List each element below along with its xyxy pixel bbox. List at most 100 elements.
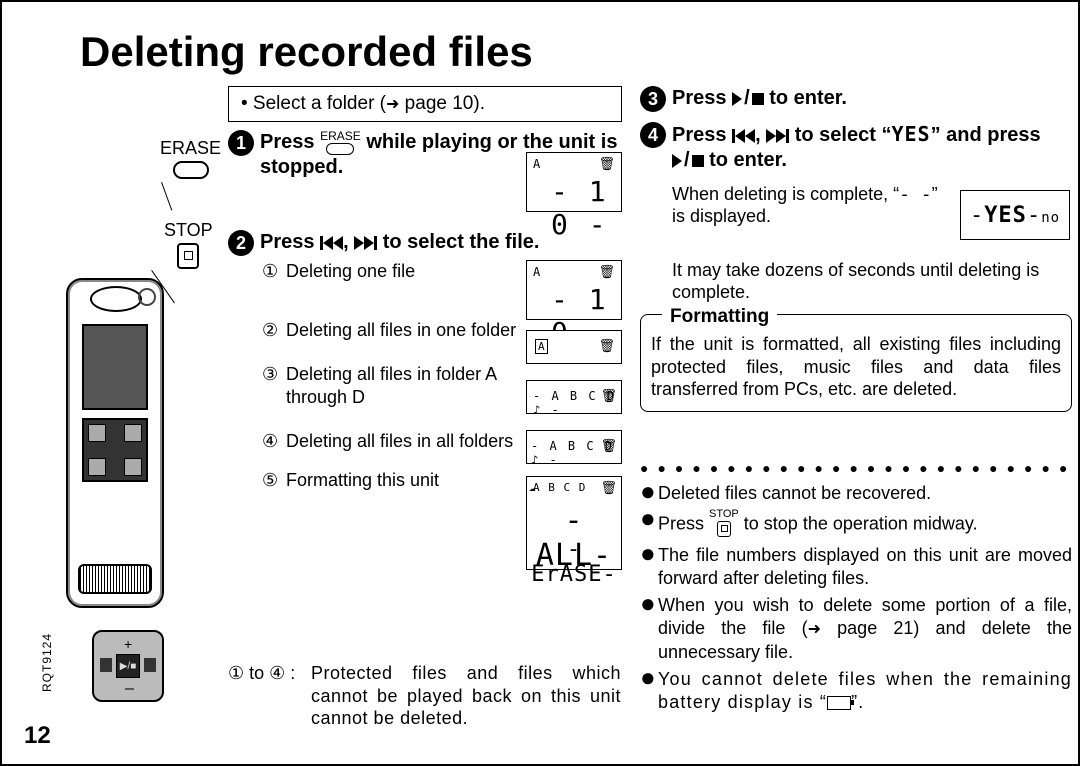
- right-key: [144, 658, 156, 672]
- step-3: 3 Press / to enter.: [640, 86, 1070, 112]
- formatting-body: If the unit is formatted, all existing f…: [651, 334, 1061, 399]
- minus-icon: –: [125, 680, 134, 698]
- step-badge: 2: [228, 230, 254, 256]
- intro-prefix: • Select a folder (: [241, 93, 386, 114]
- opt-4: ④Deleting all files in all folders: [262, 430, 524, 453]
- stop-button-icon: [177, 243, 199, 269]
- n: ①: [262, 260, 282, 283]
- step-badge: 1: [228, 130, 254, 156]
- erase-text: ERASE: [160, 138, 221, 158]
- may-take-text: It may take dozens of seconds until dele…: [672, 260, 1072, 303]
- nav-pad-illustration: + ▶/■ –: [92, 630, 164, 702]
- recorder-illustration: [66, 278, 164, 608]
- callout-line: [161, 182, 172, 211]
- t: to enter.: [769, 87, 847, 109]
- step-4-text: Press , to select “YES” and press / to e…: [672, 122, 1070, 173]
- step-badge: 4: [640, 122, 666, 148]
- t: A B C D: [533, 481, 586, 494]
- trash-icon: [598, 157, 615, 172]
- lbl: ① to ④ :: [228, 662, 306, 685]
- prev-icon: [732, 129, 755, 143]
- t: Press: [658, 513, 709, 533]
- manual-page: Deleting recorded files • Select a folde…: [0, 0, 1080, 766]
- t: ” and press: [931, 124, 1041, 146]
- yes-seg: YES: [891, 122, 930, 146]
- t: ERASE: [320, 129, 361, 143]
- when-complete-text: When deleting is complete, “- -” is disp…: [672, 184, 950, 227]
- lcd-opt4: - A B C D ♪ -: [526, 430, 622, 464]
- intro-suffix: page 10).: [399, 93, 485, 114]
- t: STOP: [709, 508, 739, 520]
- arrow-icon: [808, 618, 821, 638]
- label-stop: STOP: [164, 220, 213, 274]
- lcd-step1: A - 1 0 -: [526, 152, 622, 212]
- left-key: [100, 658, 112, 672]
- opt-3: ③Deleting all files in folder A through …: [262, 363, 524, 408]
- step-3-text: Press / to enter.: [672, 86, 847, 111]
- lcd-opt2: A: [526, 330, 622, 364]
- n: ⑤: [262, 469, 282, 492]
- t: Deleting all files in all folders: [286, 430, 513, 453]
- trash-icon: [600, 389, 617, 404]
- t: to enter.: [709, 149, 787, 171]
- key: [88, 458, 106, 476]
- note-4: ●When you wish to delete some portion of…: [640, 594, 1072, 664]
- page-number: 12: [24, 722, 51, 750]
- key: [124, 424, 142, 442]
- t: Press STOP to stop the operation midway.: [658, 509, 978, 540]
- next-icon: [354, 236, 377, 250]
- t: You cannot delete files when the remaini…: [658, 668, 1072, 714]
- note-3: ●The file numbers displayed on this unit…: [640, 544, 1072, 590]
- trash-icon: [600, 481, 617, 496]
- t: Press: [672, 87, 732, 109]
- document-id: RQT9124: [40, 633, 54, 692]
- t: to stop the operation midway.: [739, 513, 978, 533]
- n: ④: [262, 430, 282, 453]
- t: Press: [260, 231, 320, 253]
- lcd-opt5: A B C D ☁ -ALL- -ErASE-: [526, 476, 622, 570]
- t: Press: [672, 124, 732, 146]
- step-4: 4 Press , to select “YES” and press / to…: [640, 122, 1070, 173]
- t: Formatting this unit: [286, 469, 439, 492]
- dash-icon: - -: [899, 184, 932, 205]
- play-stop-icon: /: [672, 148, 704, 173]
- trash-icon: [598, 339, 615, 354]
- arrow-icon: [386, 93, 399, 114]
- page-title: Deleting recorded files: [80, 28, 533, 76]
- separator-dots: ●●●●●●●●●●●●●●●●●●●●●●●●●●: [640, 460, 1072, 476]
- lcd-opt1: A - 1 0 -: [526, 260, 622, 320]
- step-2-text: Press , to select the file.: [260, 230, 539, 255]
- label-erase: ERASE: [160, 138, 221, 184]
- txt: Protected files and files which cannot b…: [311, 662, 621, 730]
- stop-text: STOP: [164, 220, 213, 240]
- t: -YES-no: [970, 203, 1060, 228]
- battery-empty-icon: [827, 696, 851, 710]
- protected-note: ① to ④ : Protected files and files which…: [228, 662, 624, 730]
- device-speaker: [78, 564, 152, 594]
- t: Deleted files cannot be recovered.: [658, 482, 931, 505]
- opt-1: ①Deleting one file: [262, 260, 524, 283]
- t: to select “: [795, 124, 892, 146]
- device-mic: [138, 288, 156, 306]
- device-top: [90, 286, 142, 312]
- play-stop-icon: /: [732, 86, 764, 111]
- t: to select the file.: [383, 231, 540, 253]
- note-1: ●Deleted files cannot be recovered.: [640, 482, 1072, 505]
- t: You cannot delete files when the remaini…: [658, 669, 1072, 712]
- t: Deleting all files in folder A through D: [286, 363, 524, 408]
- n: ②: [262, 319, 282, 342]
- lcd-opt3: - A B C D ♪ -: [526, 380, 622, 414]
- opt-5: ⑤Formatting this unit: [262, 469, 524, 492]
- next-icon: [766, 129, 789, 143]
- delete-options: ①Deleting one file ②Deleting all files i…: [262, 260, 524, 491]
- n: ③: [262, 363, 282, 386]
- opt-2: ②Deleting all files in one folder: [262, 319, 524, 342]
- lcd-yes-no: -YES-no: [960, 190, 1070, 240]
- t: -ErASE-: [527, 537, 621, 587]
- stop-button-inline: STOP: [709, 509, 739, 540]
- intro-box: • Select a folder ( page 10).: [228, 86, 622, 122]
- step-2: 2 Press , to select the file.: [228, 230, 624, 256]
- t: Deleting one file: [286, 260, 415, 283]
- bullet-icon: ●: [640, 482, 658, 500]
- device-keypad: [82, 418, 148, 482]
